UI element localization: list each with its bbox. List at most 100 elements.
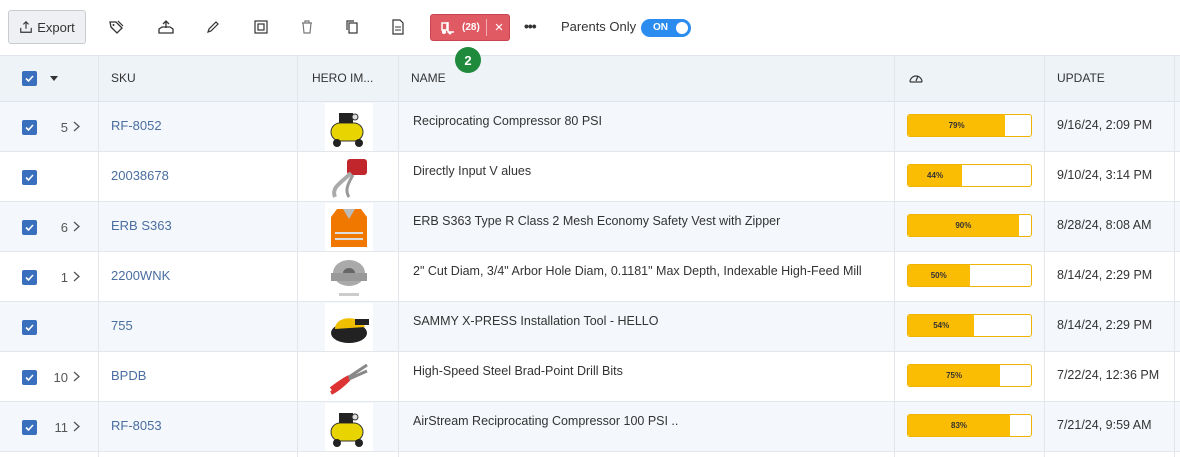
completeness-bar: 44% (907, 164, 1032, 187)
select-all-checkbox[interactable] (22, 71, 37, 86)
chevron-right-icon (73, 370, 80, 385)
updated-timestamp: 9/10/24, 3:14 PM (1057, 168, 1153, 182)
updated-timestamp: 9/16/24, 2:09 PM (1057, 118, 1153, 132)
child-count: 10 (53, 369, 68, 385)
child-count: 5 (60, 119, 68, 135)
row-checkbox[interactable] (22, 170, 37, 185)
export-button[interactable]: Export (8, 10, 86, 44)
expand-children-button[interactable]: 6 (44, 218, 80, 236)
filter-count: (28) (462, 22, 480, 33)
sku-link[interactable]: 2200WNK (111, 268, 170, 283)
sku-link[interactable]: BPDB (111, 368, 146, 383)
row-checkbox[interactable] (22, 120, 37, 135)
tag-icon[interactable] (107, 18, 125, 36)
sku-link[interactable]: 755 (111, 318, 133, 333)
sku-link[interactable]: ERB S363 (111, 218, 172, 233)
completeness-label: 75% (946, 371, 963, 380)
product-name: ERB S363 Type R Class 2 Mesh Economy Saf… (413, 214, 781, 228)
completeness-label: 44% (927, 171, 944, 180)
row-checkbox[interactable] (22, 270, 37, 285)
table-row[interactable]: 11 RF-8053 AirStream Reciprocating Compres… (0, 402, 1180, 452)
completeness-bar: 83% (907, 414, 1032, 437)
expand-children-button[interactable]: 11 (44, 418, 80, 436)
completeness-bar: 50% (907, 264, 1032, 287)
table-row[interactable]: 5 RF-8052 Reciprocating Compressor 80 PSI 7… (0, 102, 1180, 152)
hero-image (325, 103, 373, 151)
expand-children-button[interactable]: 5 (44, 118, 80, 136)
chevron-right-icon (73, 270, 80, 285)
table-row[interactable]: 10 BPDB High-Speed Steel Brad-Point Drill … (0, 352, 1180, 402)
scan-icon[interactable] (252, 18, 270, 36)
header-hero-image[interactable]: HERO IM... (312, 71, 373, 85)
parents-only-label: Parents Only (561, 19, 637, 34)
edit-icon[interactable] (204, 18, 222, 36)
step-badge: 2 (455, 47, 481, 73)
gauge-icon[interactable] (907, 70, 925, 88)
chevron-right-icon (73, 120, 80, 135)
table-header: SKU HERO IM... NAME UPDATE (0, 55, 1180, 102)
updated-timestamp: 8/14/24, 2:29 PM (1057, 318, 1153, 332)
expand-children-button[interactable]: 1 (44, 268, 80, 286)
completeness-label: 83% (951, 421, 968, 430)
product-name: Reciprocating Compressor 80 PSI (413, 114, 602, 128)
expand-children-button[interactable]: 10 (44, 368, 80, 386)
updated-timestamp: 8/28/24, 8:08 AM (1057, 218, 1152, 232)
completeness-bar: 75% (907, 364, 1032, 387)
more-options-icon[interactable]: ••• (524, 18, 537, 34)
completeness-label: 54% (933, 321, 950, 330)
column-divider (1174, 55, 1175, 457)
hero-image (325, 203, 373, 251)
sku-link[interactable]: RF-8053 (111, 418, 162, 433)
product-name: 2" Cut Diam, 3/4" Arbor Hole Diam, 0.118… (413, 264, 862, 278)
table-row[interactable]: 1 2200WNK 2" Cut Diam, 3/4" Arbor Hole Dia… (0, 252, 1180, 302)
table-row[interactable]: 755 SAMMY X-PRESS Installation Tool - HEL… (0, 302, 1180, 352)
upload-icon[interactable] (157, 18, 175, 36)
toolbar: Export (28) × 2 ••• Parents Only ON (0, 0, 1180, 73)
chevron-right-icon (73, 420, 80, 435)
sku-link[interactable]: 20038678 (111, 168, 169, 183)
child-count: 11 (54, 419, 69, 435)
product-name: AirStream Reciprocating Compressor 100 P… (413, 414, 679, 428)
document-icon[interactable] (389, 18, 407, 36)
header-name[interactable]: NAME (411, 71, 446, 85)
row-checkbox[interactable] (22, 320, 37, 335)
sku-link[interactable]: RF-8052 (111, 118, 162, 133)
column-divider (398, 55, 399, 457)
copy-icon[interactable] (343, 18, 361, 36)
active-filter-chip[interactable]: (28) × (430, 14, 510, 41)
completeness-label: 79% (948, 121, 965, 130)
column-divider (297, 55, 298, 457)
completeness-bar: 79% (907, 114, 1032, 137)
header-update[interactable]: UPDATE (1057, 71, 1105, 85)
row-checkbox[interactable] (22, 220, 37, 235)
hero-image (325, 303, 373, 351)
hero-image (325, 253, 373, 301)
row-checkbox[interactable] (22, 370, 37, 385)
product-name: Directly Input V alues (413, 164, 532, 178)
hero-image (325, 353, 373, 401)
updated-timestamp: 8/14/24, 2:29 PM (1057, 268, 1153, 282)
row-checkbox[interactable] (22, 420, 37, 435)
hero-image (325, 403, 373, 451)
clear-filter-button[interactable]: × (491, 19, 507, 36)
completeness-bar: 54% (907, 314, 1032, 337)
table-row[interactable]: 20038678 Directly Input V alues 44% 9/10/24… (0, 152, 1180, 202)
column-divider (1044, 55, 1045, 457)
completeness-label: 90% (955, 221, 972, 230)
updated-timestamp: 7/21/24, 9:59 AM (1057, 418, 1152, 432)
chevron-right-icon (73, 220, 80, 235)
product-name: SAMMY X-PRESS Installation Tool - HELLO (413, 314, 659, 328)
completeness-bar: 90% (907, 214, 1032, 237)
child-count: 1 (60, 269, 68, 285)
product-name: High-Speed Steel Brad-Point Drill Bits (413, 364, 623, 378)
completeness-label: 50% (930, 271, 947, 280)
header-sku[interactable]: SKU (111, 71, 136, 85)
column-divider (894, 55, 895, 457)
parents-only-toggle[interactable]: ON (641, 19, 691, 37)
column-divider (98, 55, 99, 457)
hero-image (325, 153, 373, 201)
select-dropdown-caret-icon[interactable] (50, 76, 58, 81)
trash-icon[interactable] (298, 18, 316, 36)
export-icon (20, 20, 33, 33)
table-row[interactable]: 6 ERB S363 ERB S363 Type R Class 2 Mesh Ec… (0, 202, 1180, 252)
